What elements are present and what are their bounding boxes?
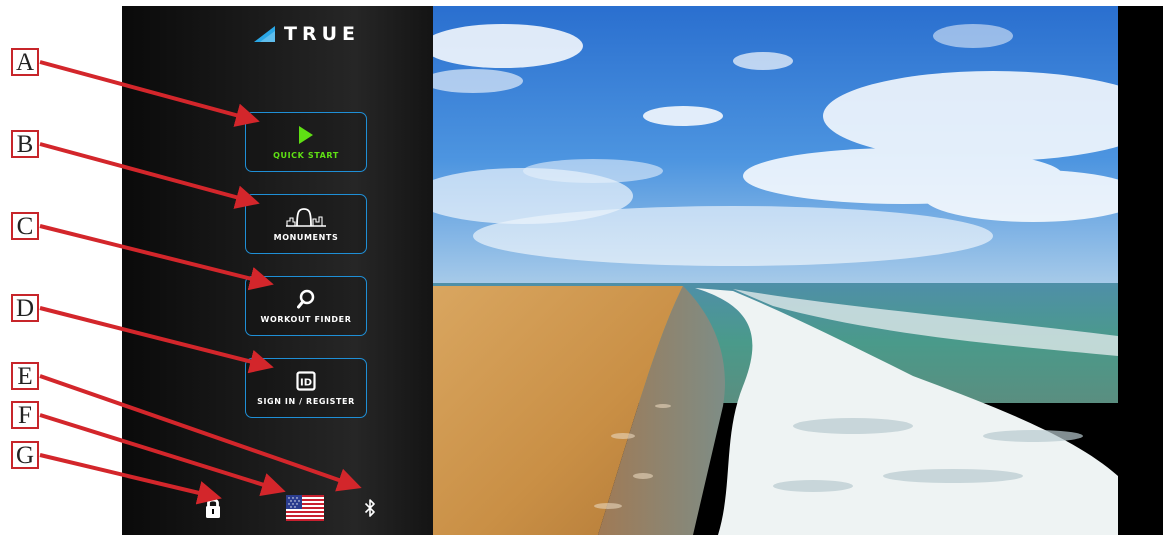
arch-monument-icon bbox=[284, 207, 328, 227]
brand-name: TRUE bbox=[284, 23, 360, 45]
true-logo-mark-icon bbox=[254, 26, 275, 42]
lock-button[interactable] bbox=[204, 494, 222, 522]
lock-icon bbox=[206, 498, 220, 518]
bluetooth-button[interactable] bbox=[362, 494, 378, 522]
monuments-button[interactable]: MONUMENTS bbox=[245, 194, 367, 254]
callout-b: B bbox=[11, 130, 39, 158]
callout-e: E bbox=[11, 362, 39, 390]
console-screen: TRUE QUICK START MONUMENTS WORKOUT FINDE… bbox=[122, 6, 1163, 535]
screen-right-border bbox=[1118, 6, 1163, 535]
true-logo: TRUE bbox=[254, 20, 360, 48]
beach-scene-image bbox=[433, 6, 1118, 535]
play-icon bbox=[298, 125, 314, 145]
callout-f: F bbox=[11, 401, 39, 429]
search-icon bbox=[297, 289, 315, 309]
callout-a: A bbox=[11, 48, 39, 76]
language-button[interactable] bbox=[285, 494, 325, 522]
main-menu-panel: TRUE QUICK START MONUMENTS WORKOUT FINDE… bbox=[122, 6, 433, 535]
id-card-icon: ID bbox=[296, 370, 316, 391]
monuments-label: MONUMENTS bbox=[273, 232, 339, 242]
bluetooth-icon bbox=[364, 499, 375, 517]
quick-start-label: QUICK START bbox=[273, 150, 339, 160]
us-flag-icon bbox=[286, 495, 324, 521]
workout-finder-label: WORKOUT FINDER bbox=[260, 314, 352, 324]
sign-in-register-button[interactable]: ID SIGN IN / REGISTER bbox=[245, 358, 367, 418]
svg-text:ID: ID bbox=[300, 377, 312, 388]
sign-in-register-label: SIGN IN / REGISTER bbox=[257, 396, 355, 406]
quick-start-button[interactable]: QUICK START bbox=[245, 112, 367, 172]
callout-d: D bbox=[11, 294, 39, 322]
callout-c: C bbox=[11, 212, 39, 240]
callout-g: G bbox=[11, 441, 39, 469]
workout-finder-button[interactable]: WORKOUT FINDER bbox=[245, 276, 367, 336]
